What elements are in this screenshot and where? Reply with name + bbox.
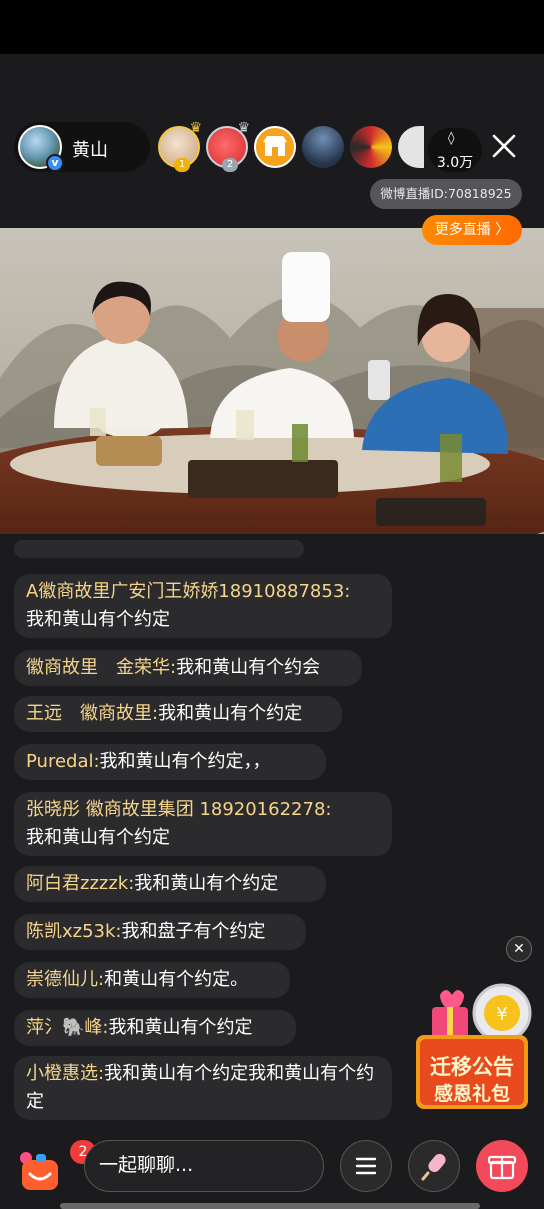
- video-frame: [0, 228, 544, 534]
- chat-text: 我和黄山有个约定: [134, 873, 279, 894]
- viewer-count-text: 3.0万: [436, 155, 474, 171]
- chat-username[interactable]: 萍氵🐘峰:: [26, 1017, 108, 1038]
- bottom-toolbar: 2 一起聊聊...: [0, 1138, 544, 1198]
- promo-close-button[interactable]: ✕: [506, 936, 532, 962]
- viewer-avatar-2[interactable]: ♛ 2: [206, 120, 250, 172]
- effects-button[interactable]: [408, 1140, 460, 1192]
- shop-icon: [263, 136, 287, 156]
- promo-subtitle: 感恩礼包: [433, 1083, 510, 1105]
- viewer-avatar-1[interactable]: ♛ 1: [158, 120, 202, 172]
- viewer-count[interactable]: ◊ 3.0万: [428, 128, 482, 172]
- status-bar: [0, 0, 544, 54]
- live-video[interactable]: [0, 228, 544, 534]
- chat-username[interactable]: 阿白君zzzzk:: [26, 873, 134, 894]
- chat-text: 我和黄山有个约会: [176, 657, 321, 678]
- popsicle-icon: [421, 1153, 446, 1181]
- chat-message[interactable]: Puredal:我和黄山有个约定，，: [14, 744, 326, 780]
- verified-icon: v: [46, 154, 64, 172]
- chat-username[interactable]: 张晓彤 徽商故里集团 18920162278:: [26, 799, 331, 820]
- chat-username[interactable]: 王远 徽商故里:: [26, 703, 158, 724]
- chat-message[interactable]: 王远 徽商故里:我和黄山有个约定: [14, 696, 342, 732]
- chat-message[interactable]: 陈凯xz53k:我和盘子有个约定: [14, 914, 306, 950]
- home-indicator: [60, 1203, 480, 1209]
- heat-icon: ◊: [448, 131, 455, 146]
- chat-message[interactable]: A徽商故里广安门王娇娇18910887853: 我和黄山有个约定: [14, 574, 392, 638]
- chat-username[interactable]: 小橙惠选:: [26, 1063, 104, 1084]
- svg-text:¥: ¥: [496, 1004, 507, 1025]
- chat-username[interactable]: A徽商故里广安门王娇娇18910887853:: [26, 581, 350, 602]
- chat-text: 和黄山有个约定。: [104, 969, 249, 990]
- chat-text: 我和盘子有个约定: [121, 921, 266, 942]
- chat-username[interactable]: 陈凯xz53k:: [26, 921, 122, 942]
- viewer-avatar-4[interactable]: [302, 126, 344, 168]
- host-name: 黄山: [72, 140, 108, 161]
- viewer-avatar-6[interactable]: [398, 126, 424, 168]
- rank-badge: 2: [222, 158, 238, 172]
- chat-message[interactable]: 张晓彤 徽商故里集团 18920162278: 我和黄山有个约定: [14, 792, 392, 856]
- gift-icon: [487, 1155, 517, 1180]
- chat-message[interactable]: 阿白君zzzzk:我和黄山有个约定: [14, 866, 326, 902]
- crown-icon: ♛: [189, 120, 202, 136]
- chat-list[interactable]: A徽商故里广安门王娇娇18910887853: 我和黄山有个约定 徽商故里 金荣…: [14, 540, 414, 1140]
- room-id-badge: 微博直播ID:70818925: [370, 179, 522, 209]
- chat-text: 我和黄山有个约定: [158, 703, 303, 724]
- menu-button[interactable]: [340, 1140, 392, 1192]
- chat-text: 我和黄山有个约定: [26, 827, 170, 848]
- promo-gift-banner[interactable]: ¥ 迁移公告 感恩礼包: [412, 965, 532, 1115]
- host-info[interactable]: v 黄山: [14, 122, 150, 172]
- viewer-avatar-5[interactable]: [350, 126, 392, 168]
- chat-input[interactable]: 一起聊聊...: [84, 1140, 324, 1192]
- chat-text: 我和黄山有个约定，，: [99, 751, 271, 772]
- viewer-avatar-3[interactable]: [254, 126, 296, 168]
- gift-button[interactable]: [476, 1140, 528, 1192]
- top-bar: v 黄山 ♛ 1 ♛ 2 ◊ 3.0万: [0, 118, 544, 178]
- close-button[interactable]: [488, 130, 520, 162]
- faded-message: [14, 540, 304, 558]
- chat-username[interactable]: Puredal:: [26, 751, 100, 772]
- more-live-button[interactable]: 更多直播 〉: [422, 215, 522, 245]
- menu-icon: [355, 1157, 377, 1175]
- chat-message[interactable]: 萍氵🐘峰:我和黄山有个约定: [14, 1010, 296, 1046]
- chat-message[interactable]: 小橙惠选:我和黄山有个约定我和黄山有个约定: [14, 1056, 392, 1120]
- crown-icon: ♛: [237, 120, 250, 136]
- chat-message[interactable]: 崇德仙儿:和黄山有个约定。: [14, 962, 290, 998]
- promo-title: 迁移公告: [430, 1055, 514, 1079]
- chat-username[interactable]: 徽商故里 金荣华:: [26, 657, 176, 678]
- shopping-bag-icon: [20, 1152, 58, 1190]
- chat-text: 我和黄山有个约定: [108, 1017, 253, 1038]
- rank-badge: 1: [174, 158, 190, 172]
- shop-cart-button[interactable]: 2: [16, 1140, 96, 1194]
- chat-username[interactable]: 崇德仙儿:: [26, 969, 104, 990]
- close-icon: [492, 134, 516, 158]
- chat-message[interactable]: 徽商故里 金荣华:我和黄山有个约会: [14, 650, 362, 686]
- chat-text: 我和黄山有个约定: [26, 609, 170, 630]
